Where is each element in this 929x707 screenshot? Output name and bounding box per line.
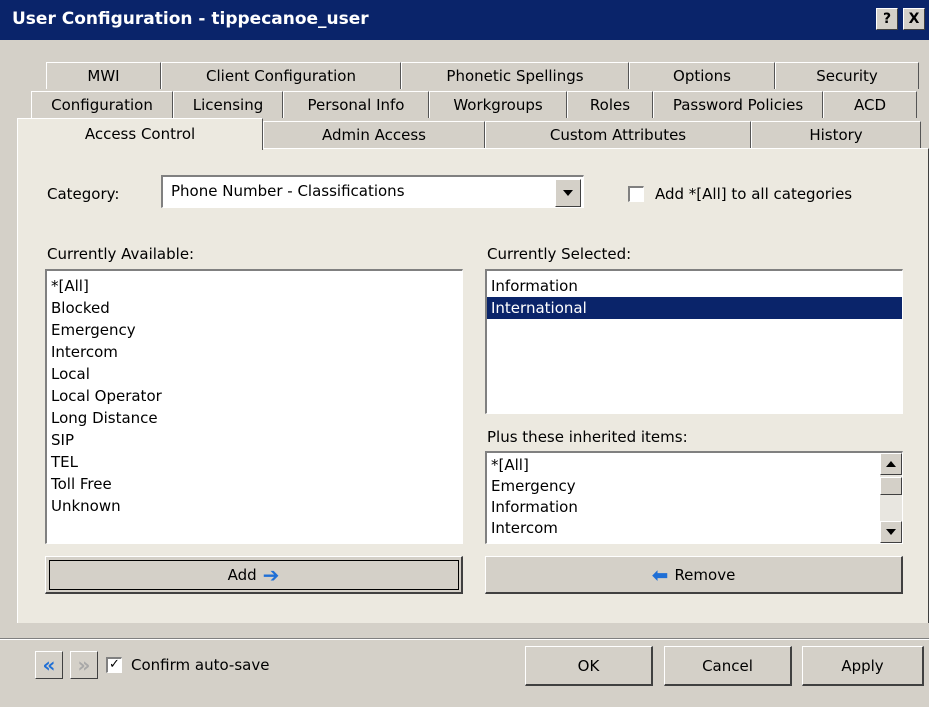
list-item[interactable]: Local [47,363,462,385]
tab-personal-info[interactable]: Personal Info [283,91,429,118]
arrow-left-icon: ⬅ [651,562,669,587]
tab-security[interactable]: Security [775,62,919,89]
list-item[interactable]: *[All] [47,275,462,297]
tab-access-control[interactable]: Access Control [17,118,263,150]
list-item[interactable]: Intercom [47,341,462,363]
category-value: Phone Number - Classifications [171,182,405,200]
inherited-scrollbar[interactable] [880,453,902,543]
close-button[interactable]: X [903,8,925,30]
selected-list[interactable]: Information International [485,269,903,414]
list-item: Emergency [491,477,576,495]
available-label: Currently Available: [47,245,195,263]
scroll-thumb[interactable] [880,477,902,495]
category-label: Category: [47,185,120,203]
footer-separator [0,638,929,640]
scroll-up-icon[interactable] [880,453,902,475]
selected-label: Currently Selected: [487,245,632,263]
inherited-list[interactable]: *[All] Emergency Information Intercom [485,451,903,544]
tab-licensing[interactable]: Licensing [173,91,283,118]
list-item[interactable]: Toll Free [47,473,462,495]
tab-admin-access[interactable]: Admin Access [263,121,485,148]
arrow-right-icon: ➔ [262,562,280,587]
tab-roles[interactable]: Roles [567,91,653,118]
list-item[interactable]: SIP [47,429,462,451]
add-all-label: Add *[All] to all categories [655,185,853,203]
ok-button[interactable]: OK [525,646,653,686]
list-item: Intercom [491,519,558,537]
tab-workgroups[interactable]: Workgroups [429,91,567,118]
chevron-down-icon[interactable] [555,179,581,207]
forward-icon[interactable]: » [70,651,98,679]
window-title: User Configuration - tippecanoe_user [12,9,369,29]
tab-password-policies[interactable]: Password Policies [653,91,823,118]
inherited-label: Plus these inherited items: [487,428,688,446]
list-item: *[All] [491,456,529,474]
add-button[interactable]: Add ➔ [45,556,463,594]
tab-phonetic-spellings[interactable]: Phonetic Spellings [401,62,629,89]
scroll-down-icon[interactable] [880,521,902,543]
remove-button-label: Remove [674,565,736,584]
tab-custom-attributes[interactable]: Custom Attributes [485,121,751,148]
back-icon[interactable]: « [35,651,63,679]
tab-history[interactable]: History [751,121,921,148]
confirm-autosave-checkbox[interactable]: ✓ [106,657,122,673]
tab-acd[interactable]: ACD [823,91,917,118]
category-dropdown[interactable]: Phone Number - Classifications [161,175,584,208]
list-item[interactable]: Information [487,275,902,297]
list-item[interactable]: Blocked [47,297,462,319]
available-list[interactable]: *[All] Blocked Emergency Intercom Local … [45,269,463,544]
apply-button[interactable]: Apply [802,646,924,686]
list-item[interactable]: Long Distance [47,407,462,429]
add-button-label: Add [227,565,257,584]
list-item: Information [491,498,578,516]
list-item[interactable]: Emergency [47,319,462,341]
cancel-button[interactable]: Cancel [664,646,792,686]
tab-client-configuration[interactable]: Client Configuration [161,62,401,89]
list-item[interactable]: TEL [47,451,462,473]
confirm-autosave-label: Confirm auto-save [131,656,270,674]
list-item[interactable]: Local Operator [47,385,462,407]
add-all-checkbox[interactable] [628,186,644,202]
list-item[interactable]: Unknown [47,495,462,517]
remove-button[interactable]: ⬅ Remove [485,556,903,594]
tab-mwi[interactable]: MWI [46,62,161,89]
tab-configuration[interactable]: Configuration [31,91,173,118]
tab-options[interactable]: Options [629,62,775,89]
list-item-selected[interactable]: International [487,297,902,319]
help-button[interactable]: ? [876,8,898,30]
